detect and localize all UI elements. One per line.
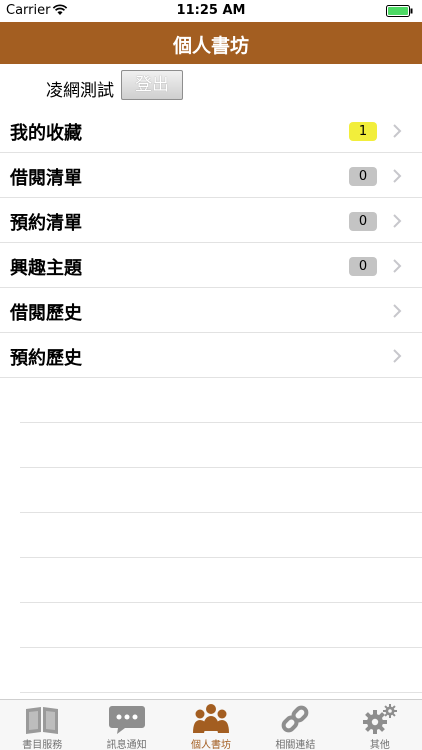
list-item-interest-topics[interactable]: 興趣主題 0 — [0, 243, 422, 288]
count-badge: 1 — [349, 122, 377, 141]
chevron-right-icon — [393, 169, 402, 183]
empty-row-divider — [20, 513, 422, 558]
empty-row-divider — [20, 603, 422, 648]
menu-list: 我的收藏 1 借閱清單 0 預約清單 0 興趣主題 0 借閱歷史 預約歷史 — [0, 108, 422, 378]
count-badge: 0 — [349, 167, 377, 186]
tab-label: 個人書坊 — [191, 740, 232, 750]
tab-label: 書目服務 — [22, 740, 63, 750]
list-item-label: 借閱歷史 — [10, 303, 82, 324]
empty-rows — [20, 378, 422, 693]
battery-icon — [386, 5, 413, 17]
tab-label: 其他 — [369, 740, 390, 750]
chevron-right-icon — [393, 304, 402, 318]
user-info-row: 凌網測試 登出 — [0, 64, 422, 108]
count-badge: 0 — [349, 212, 377, 231]
list-item-borrow-list[interactable]: 借閱清單 0 — [0, 153, 422, 198]
page-title: 個人書坊 — [172, 35, 249, 57]
chat-bubble-icon — [108, 706, 145, 734]
list-item-label: 我的收藏 — [10, 123, 82, 144]
status-bar: Carrier 11:25 AM — [0, 0, 422, 22]
tab-personal-library[interactable]: 個人書坊 — [169, 700, 253, 750]
list-item-reserve-list[interactable]: 預約清單 0 — [0, 198, 422, 243]
chevron-right-icon — [393, 124, 402, 138]
tab-other[interactable]: 其他 — [338, 700, 422, 750]
tab-catalog-service[interactable]: 書目服務 — [0, 700, 84, 750]
list-item-borrow-history[interactable]: 借閱歷史 — [0, 288, 422, 333]
people-icon — [193, 704, 230, 733]
empty-row-divider — [20, 423, 422, 468]
tab-bar: 書目服務 訊息通知 個人書坊 相關連結 其他 — [0, 699, 422, 750]
logout-button[interactable]: 登出 — [121, 70, 183, 100]
list-item-label: 興趣主題 — [10, 258, 82, 279]
chevron-right-icon — [393, 349, 402, 363]
empty-row-divider — [20, 558, 422, 603]
user-name: 凌網測試 — [46, 81, 114, 101]
link-icon — [282, 705, 309, 733]
chevron-right-icon — [393, 259, 402, 273]
empty-row-divider — [20, 468, 422, 513]
tab-notifications[interactable]: 訊息通知 — [84, 700, 168, 750]
gear-icon — [362, 704, 397, 734]
clock: 11:25 AM — [176, 3, 246, 18]
navigation-bar: 個人書坊 — [0, 22, 422, 64]
tab-label: 訊息通知 — [106, 740, 147, 750]
list-item-label: 借閱清單 — [10, 168, 82, 189]
count-badge: 0 — [349, 257, 377, 276]
empty-row-divider — [20, 378, 422, 423]
list-item-reserve-history[interactable]: 預約歷史 — [0, 333, 422, 378]
empty-row-divider — [20, 648, 422, 693]
book-icon — [26, 707, 59, 734]
tab-label: 相關連結 — [275, 740, 316, 750]
list-item-label: 預約歷史 — [10, 348, 82, 369]
chevron-right-icon — [393, 214, 402, 228]
tab-related-links[interactable]: 相關連結 — [253, 700, 337, 750]
list-item-label: 預約清單 — [10, 213, 82, 234]
list-item-favorites[interactable]: 我的收藏 1 — [0, 108, 422, 153]
